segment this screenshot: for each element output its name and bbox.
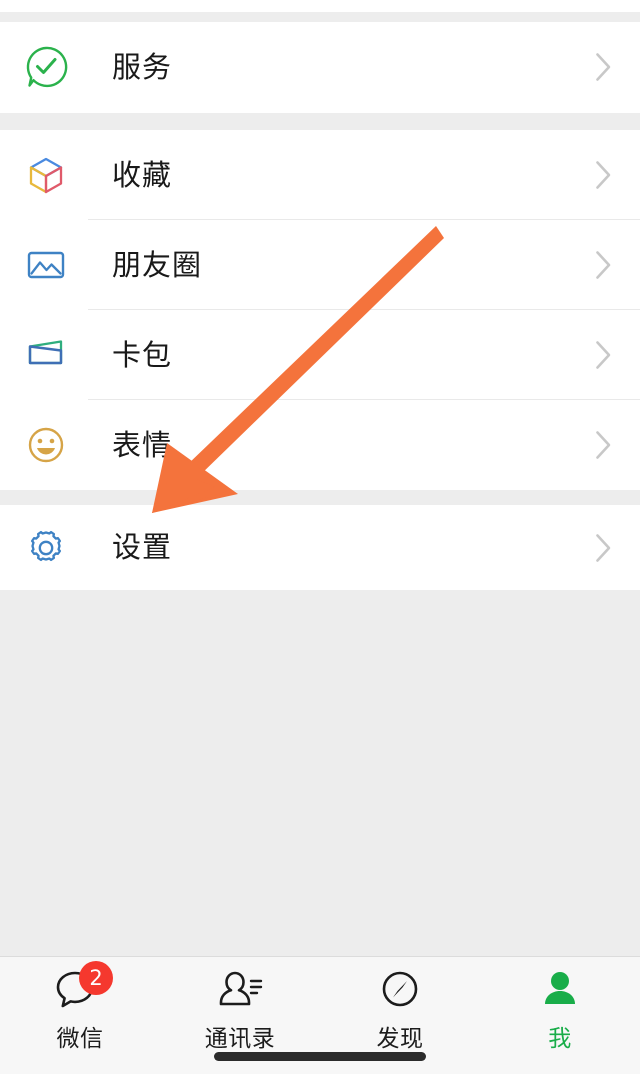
list-item-moments[interactable]: 朋友圈 xyxy=(0,220,640,310)
list-item-label: 设置 xyxy=(112,530,173,564)
wechat-me-screen: 服务 收藏 朋友圈 卡包 表情 设置 2 微信 通讯录 发现 我 xyxy=(0,0,640,1074)
contacts-person-icon xyxy=(213,967,267,1013)
tab-discover[interactable]: 发现 xyxy=(320,957,480,1057)
chevron-right-icon xyxy=(595,533,612,563)
main-list-section: 收藏 朋友圈 卡包 表情 xyxy=(0,130,640,490)
settings-section: 设置 xyxy=(0,505,640,590)
tab-label: 发现 xyxy=(376,1026,424,1052)
list-item-cards[interactable]: 卡包 xyxy=(0,310,640,400)
list-item-stickers[interactable]: 表情 xyxy=(0,400,640,490)
home-indicator xyxy=(214,1052,426,1061)
tab-label: 我 xyxy=(548,1026,572,1052)
chevron-right-icon xyxy=(595,340,612,370)
cards-wallet-icon xyxy=(22,331,70,379)
services-check-bubble-icon xyxy=(22,43,70,91)
settings-gear-icon xyxy=(22,524,70,572)
chevron-right-icon xyxy=(595,52,612,82)
list-item-label: 表情 xyxy=(112,427,173,462)
unread-badge: 2 xyxy=(79,961,113,995)
list-item-label: 朋友圈 xyxy=(112,247,203,282)
chevron-right-icon xyxy=(595,160,612,190)
favorites-cube-icon xyxy=(22,151,70,199)
list-item-settings[interactable]: 设置 xyxy=(0,505,640,590)
chat-bubble-icon: 2 xyxy=(53,961,113,1013)
tab-label: 微信 xyxy=(56,1026,104,1052)
list-item-favorites[interactable]: 收藏 xyxy=(0,130,640,220)
tab-me[interactable]: 我 xyxy=(480,957,640,1057)
moments-photo-icon xyxy=(22,241,70,289)
bottom-tab-bar: 2 微信 通讯录 发现 我 xyxy=(0,956,640,1074)
chevron-right-icon xyxy=(595,250,612,280)
list-item-label: 服务 xyxy=(112,49,173,84)
tab-wechat[interactable]: 2 微信 xyxy=(0,957,160,1057)
list-item-label: 收藏 xyxy=(112,157,173,192)
top-white-strip xyxy=(0,0,640,12)
discover-compass-icon xyxy=(373,967,427,1013)
tab-label: 通讯录 xyxy=(204,1026,276,1052)
profile-person-icon xyxy=(533,967,587,1013)
tab-contacts[interactable]: 通讯录 xyxy=(160,957,320,1057)
chevron-right-icon xyxy=(595,430,612,460)
stickers-smiley-icon xyxy=(22,421,70,469)
services-section: 服务 xyxy=(0,22,640,113)
list-item-label: 卡包 xyxy=(112,337,173,372)
list-item-services[interactable]: 服务 xyxy=(0,22,640,112)
